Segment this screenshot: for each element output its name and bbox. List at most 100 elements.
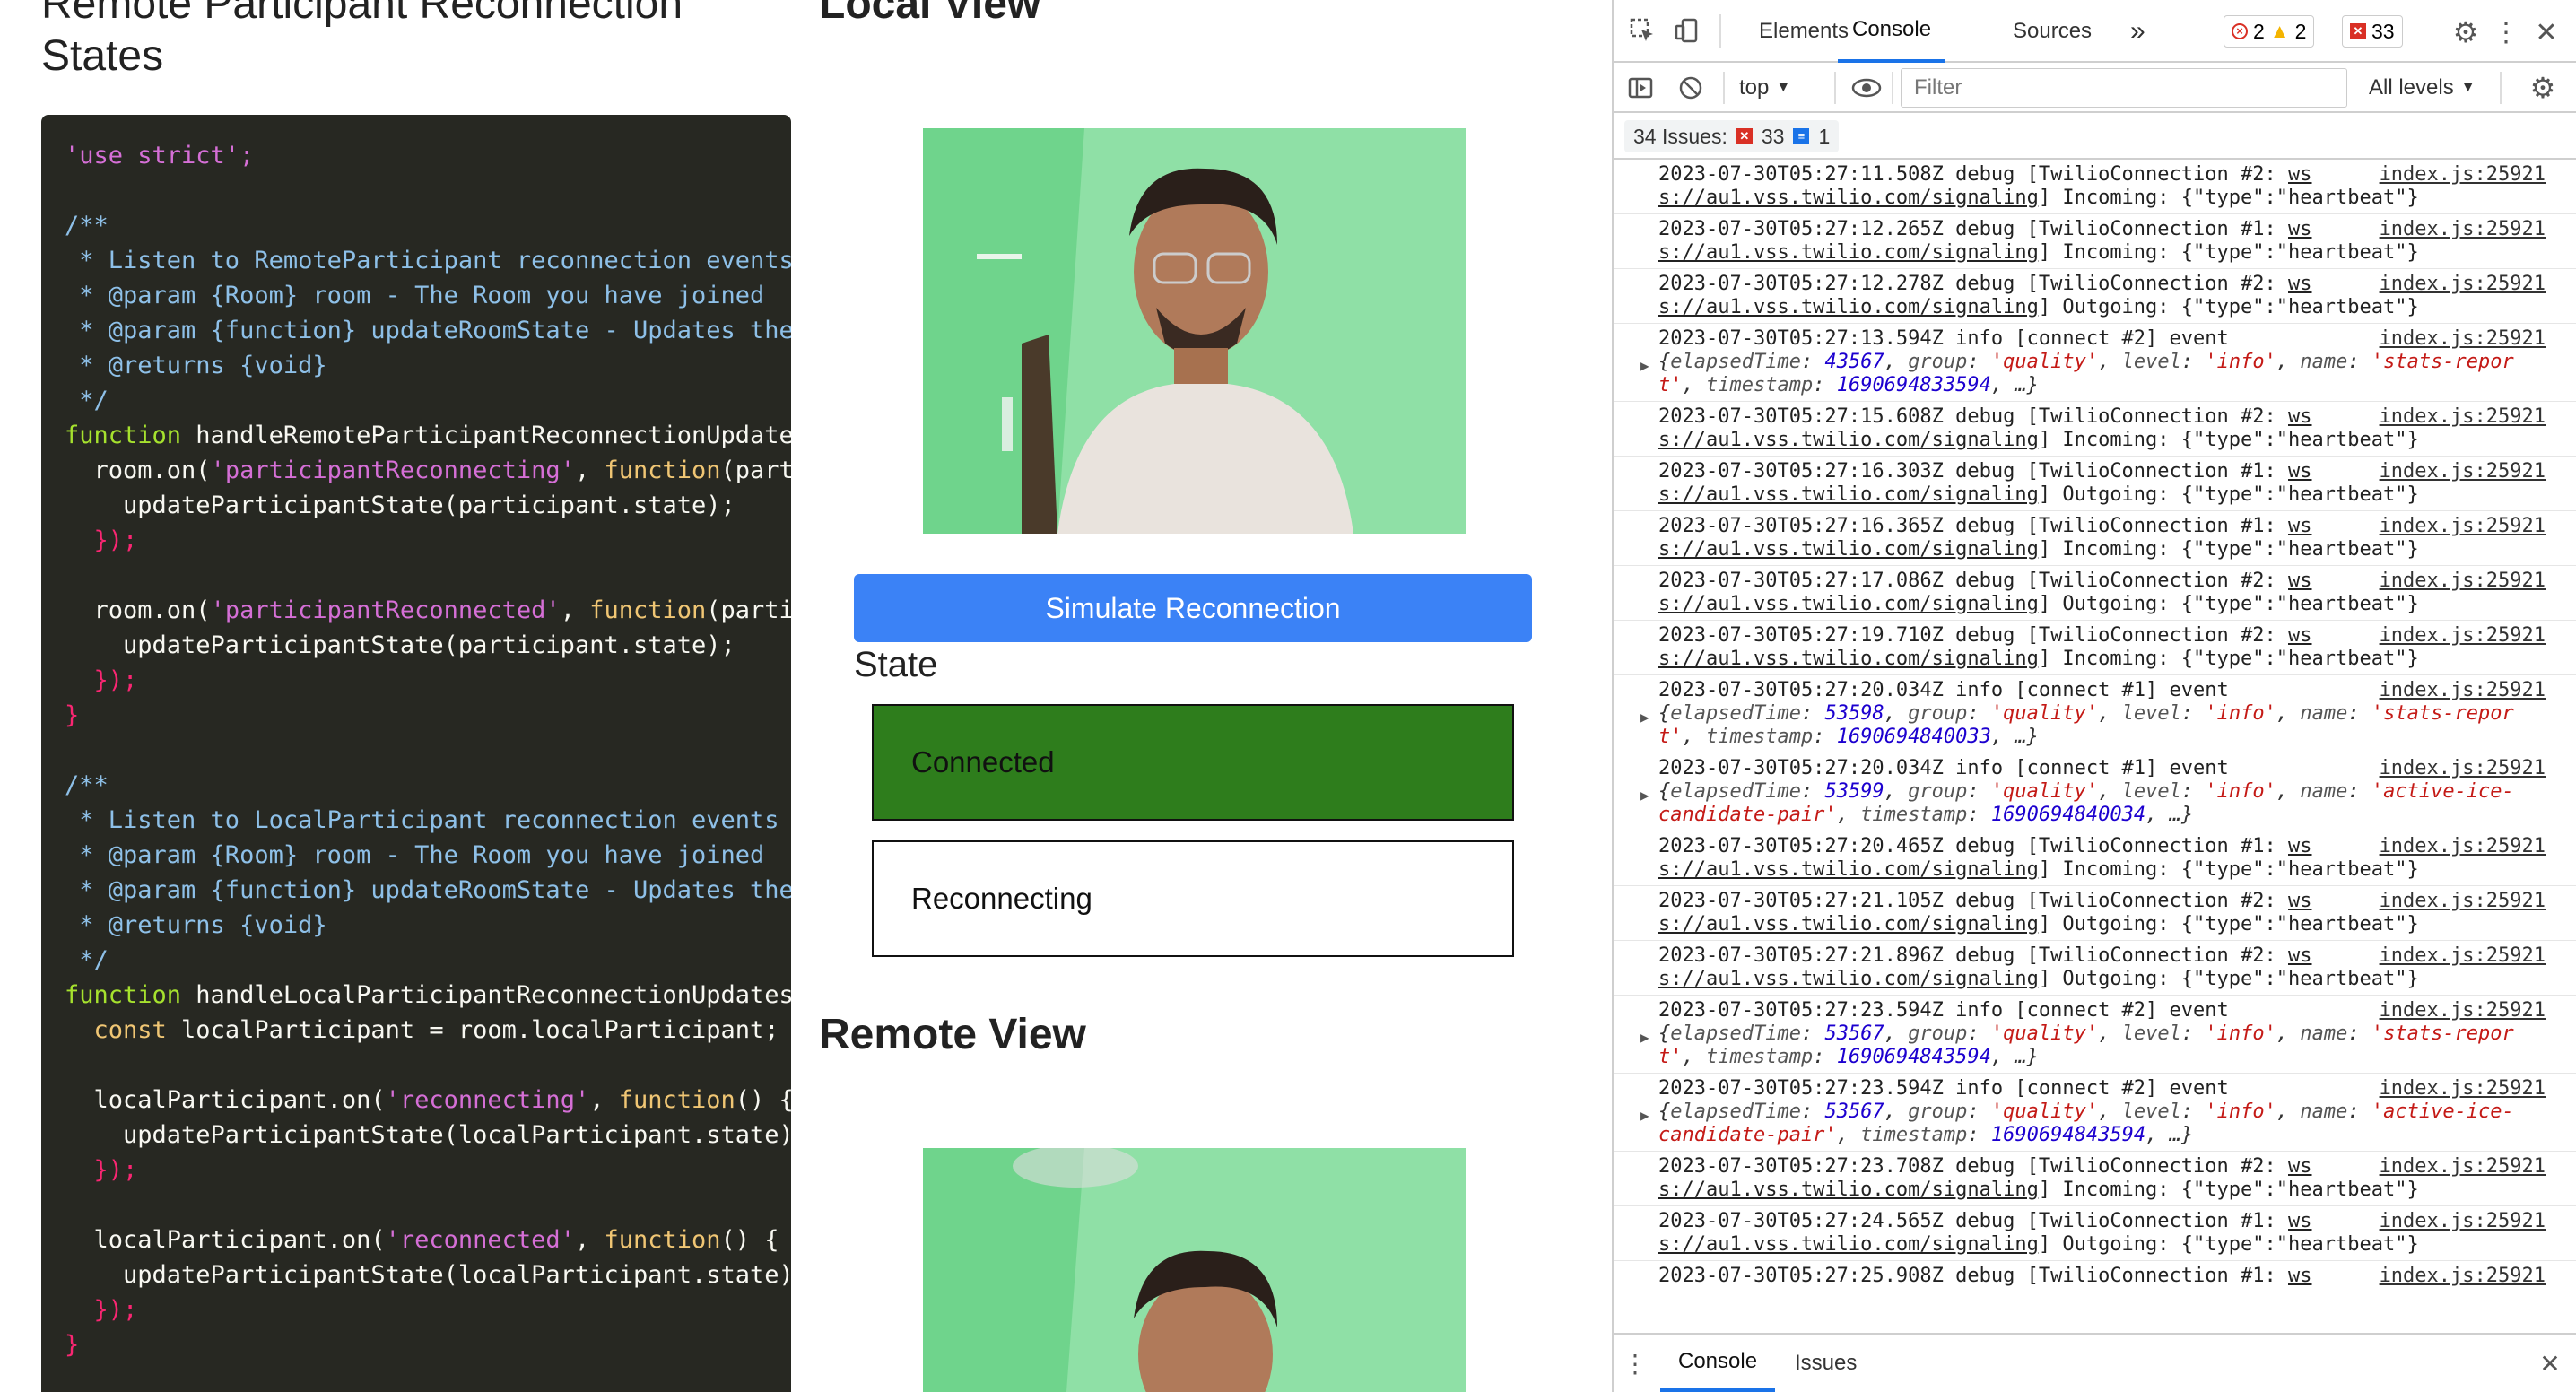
source-link[interactable]: index.js:25921 — [2380, 757, 2546, 780]
source-link[interactable]: index.js:25921 — [2380, 1265, 2546, 1288]
signaling-url-link[interactable]: ws — [2288, 1265, 2312, 1287]
signaling-url-link[interactable]: s://au1.vss.twilio.com/signaling — [1658, 296, 2039, 318]
signaling-url-link[interactable]: ws — [2288, 890, 2312, 912]
signaling-url-link[interactable]: ws — [2288, 1155, 2312, 1178]
signaling-url-link[interactable]: ws — [2288, 570, 2312, 592]
source-link[interactable]: index.js:25921 — [2380, 835, 2546, 858]
sidebar-icon[interactable] — [1624, 72, 1657, 104]
tab-elements[interactable]: Elements — [1759, 0, 1849, 63]
expand-triangle-icon[interactable]: ▶ — [1640, 784, 1649, 807]
console-message[interactable]: index.js:25921 2023-07-30T05:27:23.708Z d… — [1614, 1152, 2576, 1206]
drawer-tab-console[interactable]: Console — [1660, 1335, 1776, 1392]
source-link[interactable]: index.js:25921 — [2380, 890, 2546, 913]
signaling-url-link[interactable]: ws — [2288, 460, 2312, 483]
signaling-url-link[interactable]: ws — [2288, 624, 2312, 647]
drawer-close-icon[interactable]: ✕ — [2534, 1347, 2566, 1379]
error-warning-counter[interactable]: × 2 ▲ 2 — [2224, 15, 2315, 48]
signaling-url-link[interactable]: ws — [2288, 944, 2312, 967]
source-link[interactable]: index.js:25921 — [2380, 163, 2546, 187]
console-message[interactable]: index.js:25921 2023-07-30T05:27:23.594Z i… — [1614, 996, 2576, 1074]
expand-triangle-icon[interactable]: ▶ — [1640, 706, 1649, 729]
console-message[interactable]: index.js:25921 2023-07-30T05:27:12.265Z d… — [1614, 214, 2576, 269]
filter-input[interactable] — [1901, 68, 2347, 108]
console-message[interactable]: index.js:25921 2023-07-30T05:27:20.034Z i… — [1614, 753, 2576, 831]
source-link[interactable]: index.js:25921 — [2380, 273, 2546, 296]
inspect-icon[interactable] — [1624, 13, 1660, 48]
issues-summary[interactable]: 34 Issues: ✕ 33 ≡ 1 — [1624, 120, 1840, 152]
source-link[interactable]: index.js:25921 — [2380, 460, 2546, 483]
event-object-preview[interactable]: {elapsedTime: 53567, group: 'quality', l… — [1658, 1101, 2540, 1124]
clear-console-icon[interactable] — [1675, 72, 1707, 104]
event-object-preview[interactable]: {elapsedTime: 53567, group: 'quality', l… — [1658, 1022, 2540, 1046]
source-link[interactable]: index.js:25921 — [2380, 218, 2546, 241]
console-message[interactable]: index.js:25921 2023-07-30T05:27:20.034Z i… — [1614, 675, 2576, 753]
context-selector[interactable]: top ▼ — [1739, 72, 1790, 104]
console-message[interactable]: index.js:25921 2023-07-30T05:27:13.594Z i… — [1614, 324, 2576, 402]
more-tabs-icon[interactable]: » — [2130, 0, 2145, 63]
signaling-url-link[interactable]: s://au1.vss.twilio.com/signaling — [1658, 429, 2039, 451]
console-message[interactable]: index.js:25921 2023-07-30T05:27:25.908Z d… — [1614, 1261, 2576, 1292]
event-object-preview[interactable]: {elapsedTime: 53599, group: 'quality', l… — [1658, 780, 2540, 804]
signaling-url-link[interactable]: s://au1.vss.twilio.com/signaling — [1658, 187, 2039, 209]
event-object-preview[interactable]: {elapsedTime: 53598, group: 'quality', l… — [1658, 702, 2540, 726]
source-link[interactable]: index.js:25921 — [2380, 1210, 2546, 1233]
console-message[interactable]: index.js:25921 2023-07-30T05:27:21.896Z d… — [1614, 941, 2576, 996]
source-link[interactable]: index.js:25921 — [2380, 405, 2546, 429]
signaling-url-link[interactable]: ws — [2288, 163, 2312, 186]
console-message[interactable]: index.js:25921 2023-07-30T05:27:19.710Z d… — [1614, 621, 2576, 675]
signaling-url-link[interactable]: ws — [2288, 405, 2312, 428]
settings-icon[interactable]: ⚙ — [2448, 14, 2484, 50]
signaling-url-link[interactable]: s://au1.vss.twilio.com/signaling — [1658, 538, 2039, 561]
expand-triangle-icon[interactable]: ▶ — [1640, 1026, 1649, 1049]
kebab-menu-icon[interactable]: ⋮ — [2490, 14, 2522, 50]
source-link[interactable]: index.js:25921 — [2380, 515, 2546, 538]
expand-triangle-icon[interactable]: ▶ — [1640, 1104, 1649, 1127]
event-object-preview[interactable]: {elapsedTime: 43567, group: 'quality', l… — [1658, 351, 2540, 374]
device-toggle-icon[interactable] — [1669, 13, 1705, 48]
source-link[interactable]: index.js:25921 — [2380, 679, 2546, 702]
close-icon[interactable]: ✕ — [2528, 14, 2564, 50]
source-link[interactable]: index.js:25921 — [2380, 1077, 2546, 1101]
source-link[interactable]: index.js:25921 — [2380, 327, 2546, 351]
signaling-url-link[interactable]: s://au1.vss.twilio.com/signaling — [1658, 1179, 2039, 1201]
source-link[interactable]: index.js:25921 — [2380, 999, 2546, 1022]
console-message[interactable]: index.js:25921 2023-07-30T05:27:16.365Z d… — [1614, 511, 2576, 566]
drawer-menu-icon[interactable]: ⋮ — [1623, 1347, 1648, 1379]
eye-icon[interactable] — [1847, 72, 1886, 104]
console-message[interactable]: index.js:25921 2023-07-30T05:27:12.278Z d… — [1614, 269, 2576, 324]
console-message[interactable]: index.js:25921 2023-07-30T05:27:11.508Z d… — [1614, 160, 2576, 214]
issues-badge[interactable]: ✕ 33 — [2342, 15, 2403, 48]
signaling-url-link[interactable]: s://au1.vss.twilio.com/signaling — [1658, 968, 2039, 990]
gear-icon[interactable]: ⚙ — [2525, 72, 2561, 104]
signaling-url-link[interactable]: ws — [2288, 835, 2312, 857]
tab-console[interactable]: Console — [1838, 0, 1946, 63]
console-message[interactable]: index.js:25921 2023-07-30T05:27:23.594Z i… — [1614, 1074, 2576, 1152]
source-link[interactable]: index.js:25921 — [2380, 570, 2546, 593]
console-message[interactable]: index.js:25921 2023-07-30T05:27:24.565Z d… — [1614, 1206, 2576, 1261]
signaling-url-link[interactable]: ws — [2288, 273, 2312, 295]
signaling-url-link[interactable]: s://au1.vss.twilio.com/signaling — [1658, 593, 2039, 615]
signaling-url-link[interactable]: s://au1.vss.twilio.com/signaling — [1658, 1233, 2039, 1256]
console-message[interactable]: index.js:25921 2023-07-30T05:27:16.303Z d… — [1614, 457, 2576, 511]
console-message[interactable]: index.js:25921 2023-07-30T05:27:17.086Z d… — [1614, 566, 2576, 621]
console-message[interactable]: index.js:25921 2023-07-30T05:27:20.465Z d… — [1614, 831, 2576, 886]
source-link[interactable]: index.js:25921 — [2380, 624, 2546, 648]
source-link[interactable]: index.js:25921 — [2380, 1155, 2546, 1179]
signaling-url-link[interactable]: s://au1.vss.twilio.com/signaling — [1658, 648, 2039, 670]
simulate-reconnection-button[interactable]: Simulate Reconnection — [854, 574, 1532, 642]
expand-triangle-icon[interactable]: ▶ — [1640, 354, 1649, 378]
code-block[interactable]: 'use strict'; /** * Listen to RemotePart… — [41, 115, 791, 1392]
signaling-url-link[interactable]: s://au1.vss.twilio.com/signaling — [1658, 241, 2039, 264]
signaling-url-link[interactable]: s://au1.vss.twilio.com/signaling — [1658, 913, 2039, 935]
console-message[interactable]: index.js:25921 2023-07-30T05:27:15.608Z d… — [1614, 402, 2576, 457]
log-levels-dropdown[interactable]: All levels ▼ — [2369, 72, 2476, 104]
signaling-url-link[interactable]: ws — [2288, 1210, 2312, 1232]
console-messages[interactable]: index.js:25921 2023-07-30T05:27:11.508Z d… — [1614, 160, 2576, 1333]
tab-sources[interactable]: Sources — [2013, 0, 2092, 63]
signaling-url-link[interactable]: s://au1.vss.twilio.com/signaling — [1658, 483, 2039, 506]
drawer-tab-issues[interactable]: Issues — [1795, 1335, 1857, 1392]
signaling-url-link[interactable]: ws — [2288, 515, 2312, 537]
signaling-url-link[interactable]: ws — [2288, 218, 2312, 240]
signaling-url-link[interactable]: s://au1.vss.twilio.com/signaling — [1658, 858, 2039, 881]
source-link[interactable]: index.js:25921 — [2380, 944, 2546, 968]
